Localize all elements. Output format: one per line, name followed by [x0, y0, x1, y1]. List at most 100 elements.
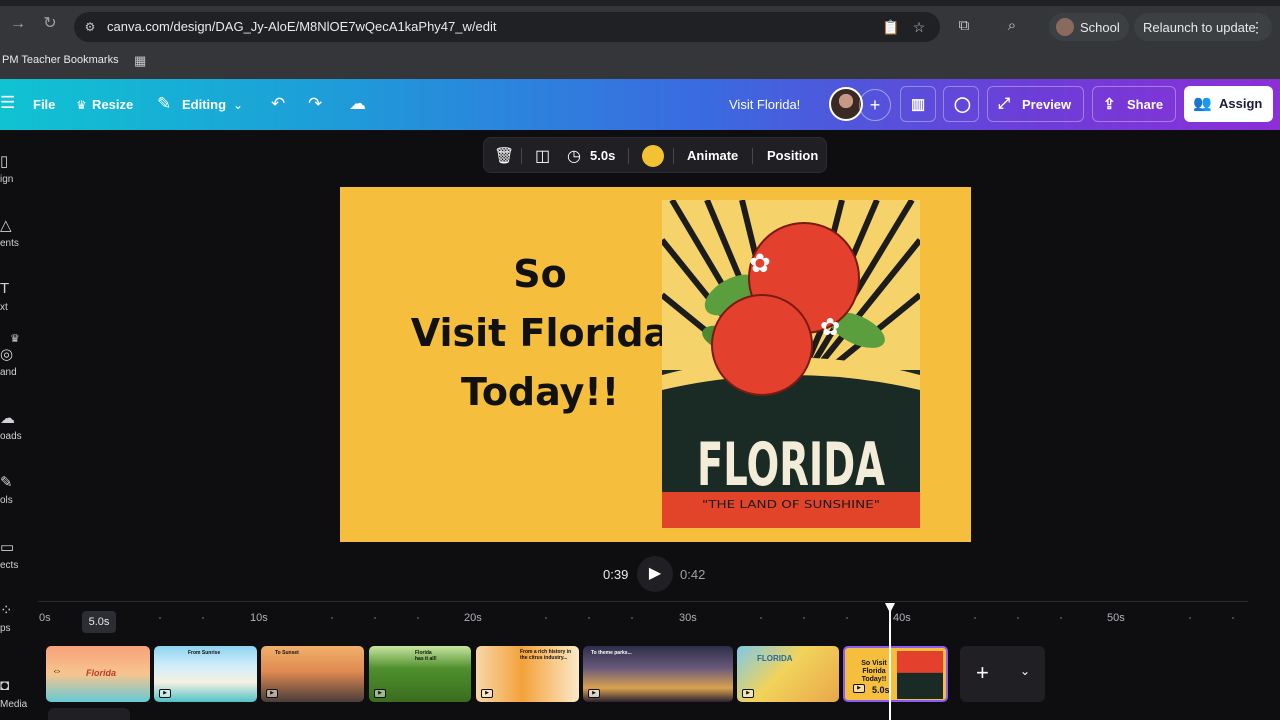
sidebar-item-media[interactable]: ◘ Media	[0, 677, 30, 717]
video-icon: ▶	[853, 684, 865, 693]
people-icon: 👥	[1193, 95, 1212, 112]
comment-icon: ◯	[954, 96, 971, 113]
sidebar-item-design[interactable]: ▯ ign	[0, 152, 30, 192]
chevron-down-icon[interactable]: ⌄	[233, 95, 243, 115]
bookmark-star-icon[interactable]: ☆	[910, 18, 928, 36]
design-title[interactable]: Visit Florida!	[729, 97, 800, 112]
trash-icon[interactable]: 🗑	[494, 146, 514, 166]
file-menu[interactable]: File	[33, 97, 55, 112]
timeline-clip[interactable]: From Sunrise ▶	[154, 646, 257, 702]
trim-handle-icon[interactable]: ⇔	[52, 666, 62, 677]
bookmarks-bar: PM Teacher Bookmarks ▦	[0, 48, 1280, 79]
tab-strip	[0, 0, 1280, 6]
tick-dot	[846, 617, 848, 619]
folder-icon: ▭	[0, 539, 15, 556]
comments-button[interactable]: ◯	[943, 86, 979, 122]
sidebar-item-brand[interactable]: ◎ and	[0, 345, 30, 385]
timeline-clip[interactable]: To Sunset ▶	[261, 646, 364, 702]
preview-label: Preview	[1022, 97, 1072, 112]
tick-dot	[803, 617, 805, 619]
split-page-icon[interactable]: ◫	[535, 146, 550, 166]
animate-button[interactable]: Animate	[687, 148, 738, 163]
tick-dot	[760, 617, 762, 619]
more-menu-icon[interactable]: ⋮	[1250, 19, 1264, 36]
video-icon: ▶	[266, 689, 278, 698]
editing-mode-button[interactable]: Editing	[182, 97, 226, 112]
tick-dot	[545, 617, 547, 619]
current-time: 0:39	[603, 567, 629, 582]
tick-label: 20s	[464, 612, 482, 624]
tick-dot	[417, 617, 419, 619]
resize-button[interactable]: Resize	[92, 97, 133, 112]
timeline-clip[interactable]: Florida ⇔	[46, 646, 150, 702]
sidebar-item-uploads[interactable]: ☁ oads	[0, 409, 30, 449]
share-button[interactable]: ⇪ Share	[1092, 86, 1176, 122]
relaunch-button[interactable]: Relaunch to update ⋮	[1134, 13, 1272, 41]
sidebar-item-tools[interactable]: ✎ ols	[0, 473, 30, 513]
background-color-swatch[interactable]	[642, 145, 664, 167]
slide-heading[interactable]: So Visit Florida Today!!	[370, 245, 710, 422]
add-collaborator-button[interactable]: +	[859, 89, 891, 121]
tick-dot	[1189, 617, 1191, 619]
upload-icon: ⇪	[1103, 96, 1116, 113]
site-settings-icon[interactable]: ⚙	[82, 19, 98, 35]
video-icon: ▶	[159, 689, 171, 698]
crown-icon: ♛	[76, 98, 87, 112]
apps-grid-icon[interactable]: ▦	[134, 54, 148, 68]
sidebar-item-elements[interactable]: △ ents	[0, 216, 30, 256]
add-page-button[interactable]: + ⌄	[960, 646, 1045, 702]
assign-button[interactable]: 👥 Assign	[1184, 86, 1273, 122]
tick-dot	[588, 617, 590, 619]
extensions-icon[interactable]: ⧉	[955, 17, 973, 35]
preview-button[interactable]: ⤢ Preview	[987, 86, 1084, 122]
reload-icon[interactable]: ↻	[40, 14, 60, 34]
sidebar-item-apps[interactable]: ⁘ ps	[0, 601, 30, 641]
tick-dot	[159, 617, 161, 619]
share-label: Share	[1127, 97, 1164, 112]
clock-icon[interactable]: ◷	[567, 146, 581, 166]
position-button[interactable]: Position	[767, 148, 818, 163]
design-canvas[interactable]: So Visit Florida Today!! ✿ ✿ FLORIDA "TH…	[340, 187, 971, 542]
timeline-clip-selected[interactable]: So Visit Florida Today!! 5.0s ▶	[843, 646, 948, 702]
tick-label: 40s	[893, 612, 911, 624]
redo-icon[interactable]: ↷	[308, 94, 322, 114]
timeline-clip[interactable]: To theme parks... ▶	[583, 646, 733, 702]
chevron-down-icon[interactable]: ⌄	[1020, 664, 1030, 678]
play-icon: ▶	[648, 565, 662, 582]
address-bar[interactable]: ⚙ canva.com/design/DAG_Jy-AloE/M8NlOE7wQ…	[74, 12, 940, 42]
video-icon: ▶	[588, 689, 600, 698]
playhead[interactable]	[889, 606, 891, 720]
profile-button[interactable]: School	[1049, 13, 1129, 41]
assign-label: Assign	[1219, 96, 1263, 111]
tick-label: 30s	[679, 612, 697, 624]
tick-label: 0s	[39, 612, 51, 624]
relaunch-label: Relaunch to update	[1143, 20, 1256, 35]
tab-search-icon[interactable]: ⌕	[1003, 17, 1021, 35]
timeline-clip[interactable]: Florida has it all! ▶	[369, 646, 471, 702]
florida-poster-image[interactable]: ✿ ✿ FLORIDA "THE LAND OF SUNSHINE"	[662, 200, 920, 528]
sidebar-item-text[interactable]: Txt	[0, 280, 30, 320]
tick-label: 10s	[250, 612, 268, 624]
apps-icon: ⁘	[0, 602, 13, 619]
forward-icon[interactable]: →	[8, 14, 28, 34]
timeline-clip[interactable]: FLORIDA ▶	[737, 646, 839, 702]
tick-dot	[202, 617, 204, 619]
clipboard-icon[interactable]: 📋	[882, 18, 900, 36]
cloud-saved-icon[interactable]: ☁	[349, 94, 366, 114]
upload-cloud-icon: ☁	[0, 410, 15, 427]
undo-icon[interactable]: ↶	[271, 94, 285, 114]
page-duration[interactable]: 5.0s	[590, 148, 615, 163]
bookmark-folder[interactable]: PM Teacher Bookmarks	[2, 54, 119, 66]
sidebar-item-projects[interactable]: ▭ ects	[0, 538, 30, 578]
heading-line-2: Visit Florida	[410, 311, 670, 355]
timeline-clip[interactable]: From a rich history in the citrus indust…	[476, 646, 579, 702]
menu-icon[interactable]: ☰	[0, 93, 15, 113]
audio-track-button[interactable]	[48, 708, 130, 720]
video-icon: ▶	[742, 689, 754, 698]
poster-subtitle: "THE LAND OF SUNSHINE"	[702, 498, 880, 511]
tick-dot	[631, 617, 633, 619]
collaborator-avatar[interactable]	[829, 87, 863, 121]
heading-line-3: Today!!	[460, 370, 620, 414]
play-button[interactable]: ▶	[637, 556, 673, 592]
insights-button[interactable]: ▥	[900, 86, 936, 122]
